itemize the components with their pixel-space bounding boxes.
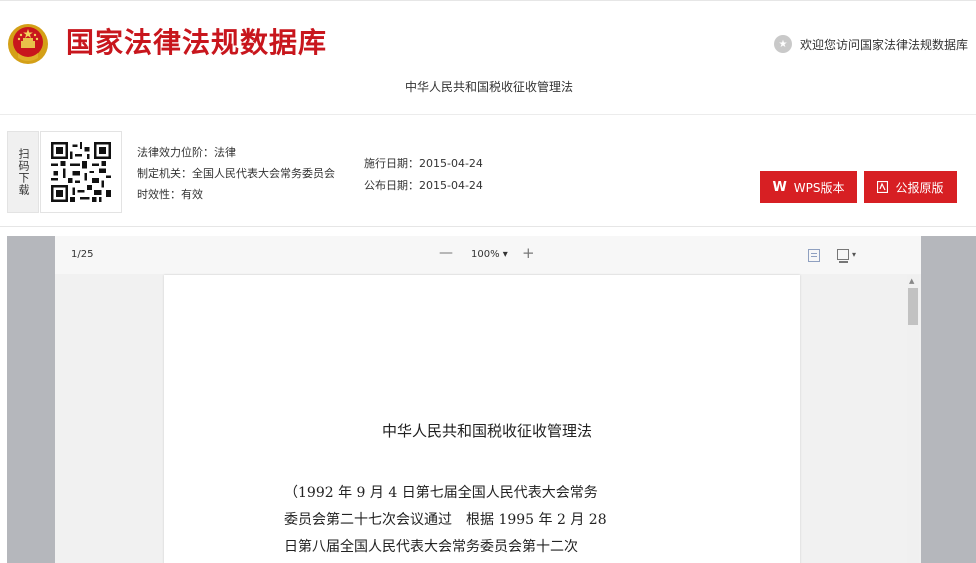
publish-date: 公布日期：2015-04-24	[364, 179, 483, 192]
site-header: 国家法律法规数据库 ★ 欢迎您访问国家法律法规数据库 中华人民共和国税收征收管理…	[0, 0, 976, 110]
document-line: 委员会第二十七次会议通过 根据 1995 年 2 月 28	[284, 512, 607, 528]
document-heading: 中华人民共和国税收征收管理法	[404, 80, 573, 94]
viewer-toolbar: 1/25 — 100% ▾ + ▾	[55, 236, 921, 274]
wps-version-button[interactable]: W WPS版本	[760, 171, 857, 203]
star-circle-icon: ★	[773, 35, 792, 53]
welcome-link[interactable]: ★ 欢迎您访问国家法律法规数据库	[773, 35, 968, 53]
gazette-button-label: 公报原版	[895, 180, 944, 195]
zoom-select[interactable]: 100% ▾	[471, 249, 508, 260]
zoom-out-button[interactable]: —	[439, 245, 453, 261]
header-divider	[0, 114, 976, 115]
gazette-original-button[interactable]: 公报原版	[864, 171, 957, 203]
national-emblem-icon	[8, 24, 48, 64]
info-divider	[0, 226, 976, 227]
pdf-icon	[877, 181, 889, 193]
wps-button-label: WPS版本	[793, 180, 845, 195]
document-line: （1992 年 9 月 4 日第七届全国人民代表大会常务	[284, 485, 598, 501]
effective-date: 施行日期：2015-04-24	[364, 157, 483, 170]
scrollbar-thumb[interactable]	[908, 288, 918, 325]
scroll-up-icon[interactable]: ▲	[909, 277, 914, 285]
qr-code	[40, 131, 122, 213]
qr-code-icon	[51, 142, 111, 202]
validity-status: 时效性：有效	[137, 188, 203, 201]
pdf-viewer[interactable]: 1/25 — 100% ▾ + ▾ 中华人民共和国税收征收管理法 （1992 年…	[55, 236, 921, 563]
chevron-down-icon[interactable]: ▾	[852, 250, 856, 259]
vertical-scrollbar[interactable]: ▲	[907, 275, 919, 563]
zoom-in-button[interactable]: +	[522, 244, 535, 262]
scan-download-label: 扫码下载	[7, 131, 39, 213]
document-body: （1992 年 9 月 4 日第七届全国人民代表大会常务 委员会第二十七次会议通…	[284, 480, 684, 561]
display-mode-icon[interactable]	[837, 249, 849, 263]
page-indicator[interactable]: 1/25	[71, 249, 93, 260]
law-dates: 施行日期：2015-04-24 公布日期：2015-04-24	[364, 153, 483, 197]
effect-level: 法律效力位阶：法律	[137, 146, 236, 159]
page: 国家法律法规数据库 ★ 欢迎您访问国家法律法规数据库 中华人民共和国税收征收管理…	[0, 0, 976, 563]
site-title[interactable]: 国家法律法规数据库	[66, 21, 327, 61]
single-page-view-icon[interactable]	[808, 249, 820, 262]
law-metadata: 法律效力位阶：法律 制定机关：全国人民代表大会常务委员会 时效性：有效	[137, 142, 335, 205]
document-line: 日第八届全国人民代表大会常务委员会第十二次	[284, 539, 578, 555]
scan-download-text: 扫码下载	[17, 148, 30, 196]
document-page: 中华人民共和国税收征收管理法 （1992 年 9 月 4 日第七届全国人民代表大…	[164, 275, 800, 563]
welcome-text: 欢迎您访问国家法律法规数据库	[799, 37, 968, 52]
enacting-authority: 制定机关：全国人民代表大会常务委员会	[137, 167, 335, 180]
document-title: 中华人民共和国税收征收管理法	[381, 422, 592, 440]
wps-logo-icon: W	[772, 179, 787, 195]
